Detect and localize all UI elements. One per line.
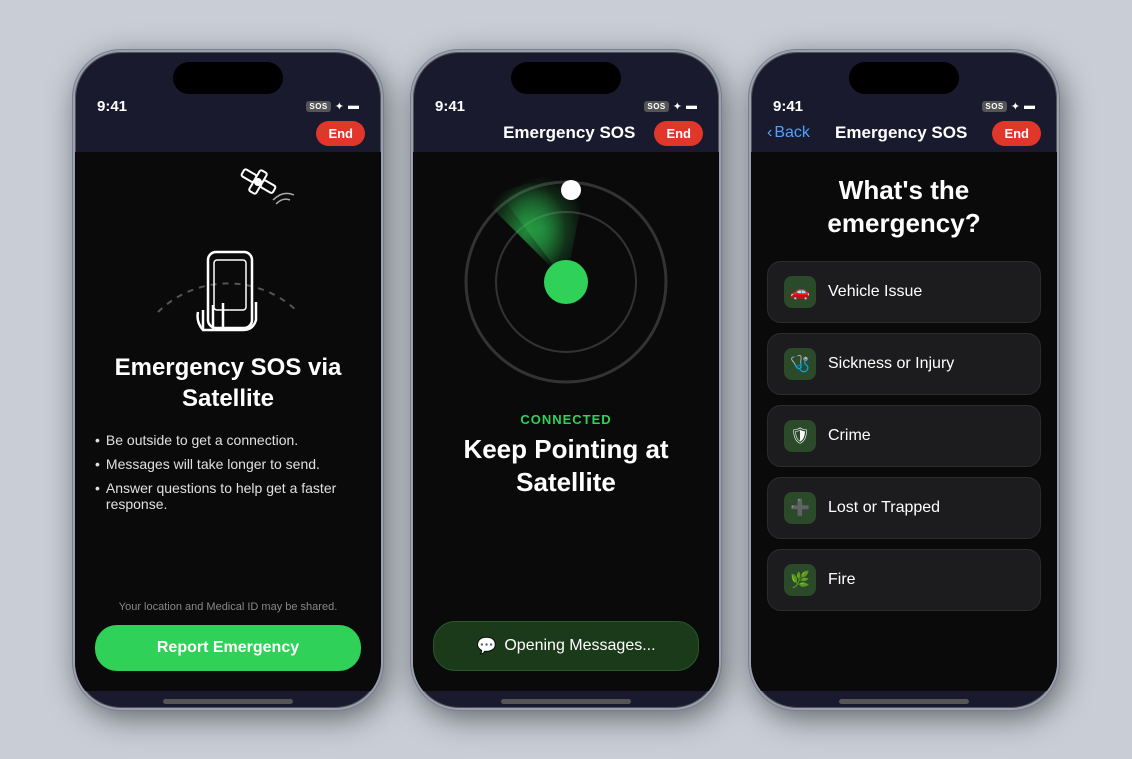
- option-sickness-label: Sickness or Injury: [828, 355, 954, 373]
- nav-title-3: Emergency SOS: [810, 123, 993, 143]
- vehicle-icon: 🚗: [784, 276, 816, 308]
- connected-label: CONNECTED: [520, 412, 611, 427]
- status-icons-2: SOS ✦ ▬: [644, 100, 697, 113]
- dynamic-island-3: [849, 62, 959, 94]
- emergency-options: 🚗 Vehicle Issue 🩺 Sickness or Injury 🛡 C…: [767, 261, 1041, 611]
- emergency-question: What's the emergency?: [767, 174, 1041, 242]
- fire-icon: 🌿: [784, 564, 816, 596]
- home-indicator-1: [163, 699, 293, 704]
- phone-1: 9:41 SOS ✦ ▬ End: [73, 50, 383, 710]
- option-sickness-injury[interactable]: 🩺 Sickness or Injury: [767, 333, 1041, 395]
- battery-icon-2: ▬: [686, 100, 697, 112]
- option-crime-label: Crime: [828, 427, 871, 445]
- back-label: Back: [774, 124, 810, 142]
- end-button-2[interactable]: End: [654, 121, 703, 146]
- sos-badge-3: SOS: [982, 101, 1006, 112]
- battery-icon-3: ▬: [1024, 100, 1035, 112]
- bullet-list: Be outside to get a connection. Messages…: [95, 432, 361, 520]
- nav-bar-3: ‹ Back Emergency SOS End: [751, 117, 1057, 152]
- home-indicator-3: [839, 699, 969, 704]
- bullet-1: Be outside to get a connection.: [95, 432, 361, 448]
- signal-icon-2: ✦: [673, 100, 682, 113]
- satellite-illustration: [128, 162, 328, 342]
- report-emergency-button[interactable]: Report Emergency: [95, 625, 361, 671]
- option-fire[interactable]: 🌿 Fire: [767, 549, 1041, 611]
- status-icons-1: SOS ✦ ▬: [306, 100, 359, 113]
- time-2: 9:41: [435, 98, 465, 115]
- phone2-screen: CONNECTED Keep Pointing at Satellite 💬 O…: [413, 152, 719, 691]
- status-icons-3: SOS ✦ ▬: [982, 100, 1035, 113]
- chevron-left-icon: ‹: [767, 124, 772, 142]
- opening-messages-button[interactable]: 💬 Opening Messages...: [433, 621, 699, 671]
- nav-title-2: Emergency SOS: [484, 123, 654, 143]
- dynamic-island-2: [511, 62, 621, 94]
- phone1-title: Emergency SOS via Satellite: [95, 352, 361, 414]
- nav-bar-2: Emergency SOS End: [413, 117, 719, 152]
- signal-icon-3: ✦: [1011, 100, 1020, 113]
- phone-2: 9:41 SOS ✦ ▬ Emergency SOS End: [411, 50, 721, 710]
- option-fire-label: Fire: [828, 571, 856, 589]
- end-button-3[interactable]: End: [992, 121, 1041, 146]
- dynamic-island-1: [173, 62, 283, 94]
- sos-badge-2: SOS: [644, 101, 668, 112]
- status-bar-1: 9:41 SOS ✦ ▬: [75, 94, 381, 117]
- lost-icon: ➕: [784, 492, 816, 524]
- satellite-radar: [456, 172, 676, 392]
- phone1-screen: Emergency SOS via Satellite Be outside t…: [75, 152, 381, 691]
- bullet-3: Answer questions to help get a faster re…: [95, 480, 361, 512]
- nav-bar-1: End: [75, 117, 381, 152]
- time-3: 9:41: [773, 98, 803, 115]
- bullet-2: Messages will take longer to send.: [95, 456, 361, 472]
- option-vehicle-label: Vehicle Issue: [828, 283, 922, 301]
- option-lost-trapped[interactable]: ➕ Lost or Trapped: [767, 477, 1041, 539]
- end-button-1[interactable]: End: [316, 121, 365, 146]
- signal-icon-1: ✦: [335, 100, 344, 113]
- option-lost-label: Lost or Trapped: [828, 499, 940, 517]
- back-button-3[interactable]: ‹ Back: [767, 124, 810, 142]
- option-vehicle-issue[interactable]: 🚗 Vehicle Issue: [767, 261, 1041, 323]
- sos-badge-1: SOS: [306, 101, 330, 112]
- phones-container: 9:41 SOS ✦ ▬ End: [53, 20, 1079, 740]
- crime-icon: 🛡: [784, 420, 816, 452]
- battery-icon-1: ▬: [348, 100, 359, 112]
- sickness-icon: 🩺: [784, 348, 816, 380]
- option-crime[interactable]: 🛡 Crime: [767, 405, 1041, 467]
- phone-3: 9:41 SOS ✦ ▬ ‹ Back Emergency SOS End Wh…: [749, 50, 1059, 710]
- time-1: 9:41: [97, 98, 127, 115]
- opening-messages-label: Opening Messages...: [504, 637, 655, 655]
- status-bar-3: 9:41 SOS ✦ ▬: [751, 94, 1057, 117]
- location-note: Your location and Medical ID may be shar…: [119, 601, 338, 613]
- status-bar-2: 9:41 SOS ✦ ▬: [413, 94, 719, 117]
- phone3-screen: What's the emergency? 🚗 Vehicle Issue 🩺 …: [751, 152, 1057, 691]
- keep-pointing-label: Keep Pointing at Satellite: [433, 433, 699, 501]
- home-indicator-2: [501, 699, 631, 704]
- message-icon: 💬: [476, 636, 496, 656]
